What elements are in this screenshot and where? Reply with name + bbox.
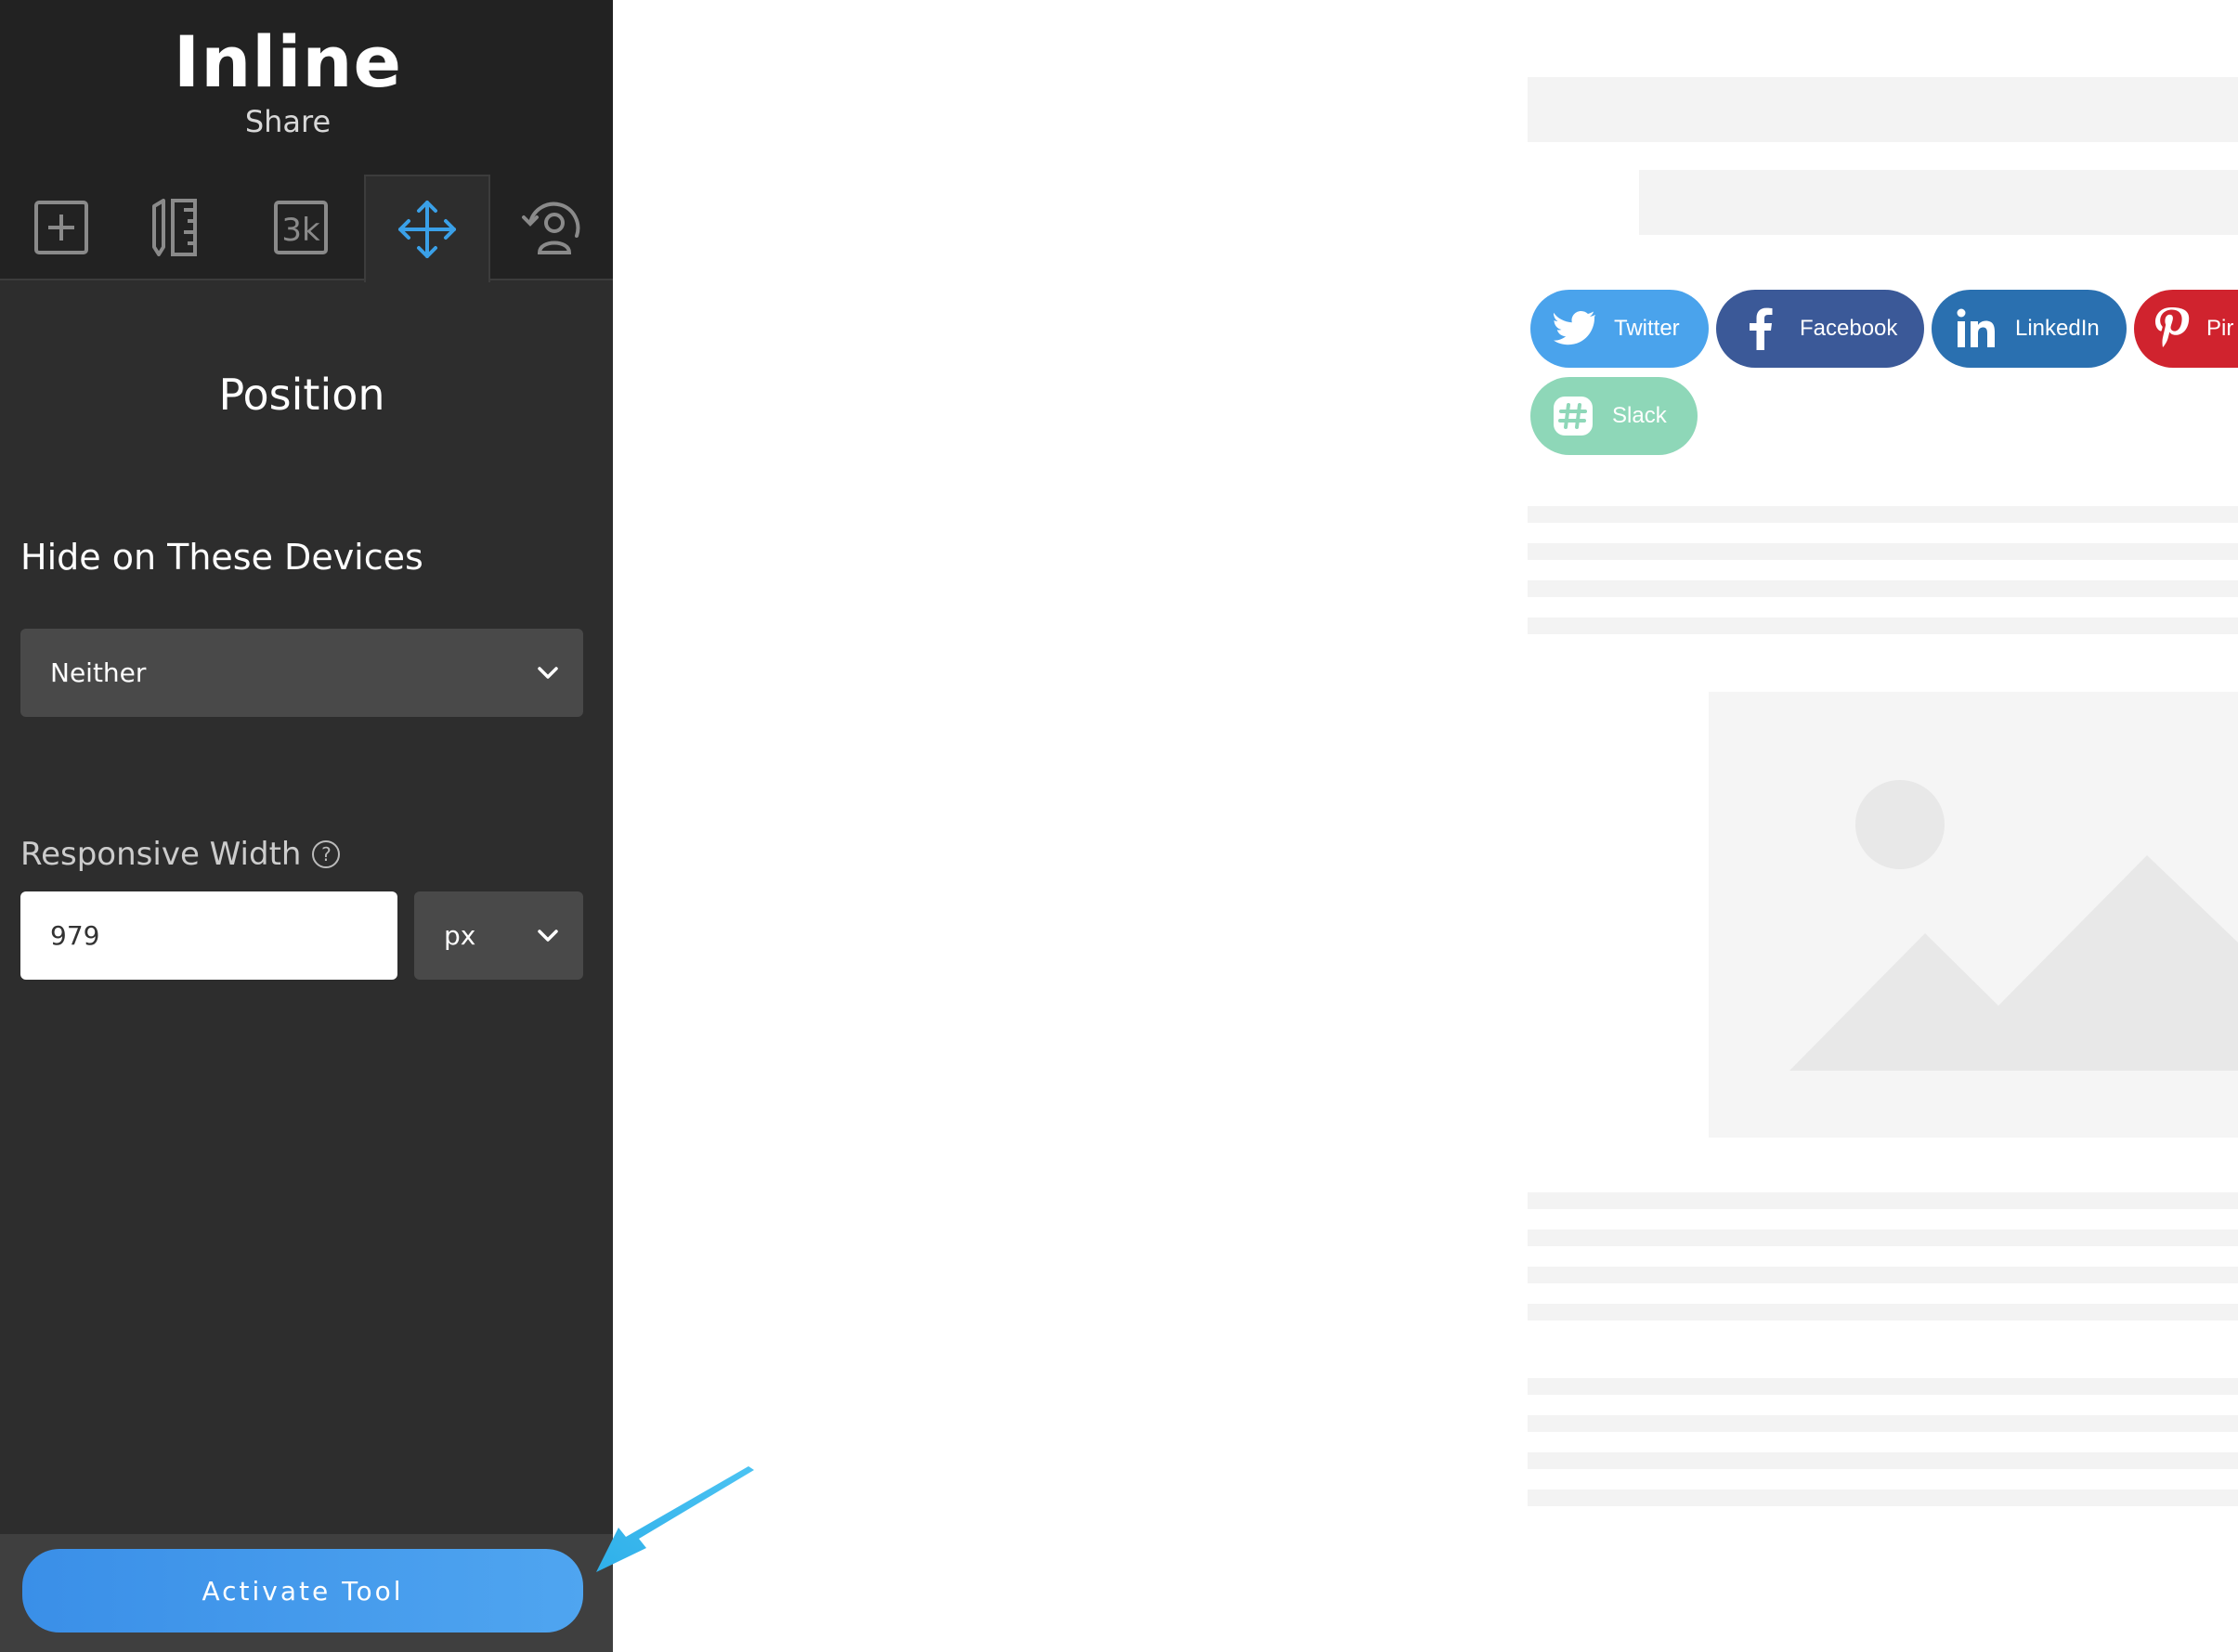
section-title: Position xyxy=(218,370,385,420)
tab-behavior[interactable] xyxy=(490,176,613,279)
app-title: Inline xyxy=(173,20,403,103)
facebook-share-label: Facebook xyxy=(1800,316,1898,341)
sidebar-footer: Activate Tool xyxy=(0,1534,613,1652)
placeholder-text-line xyxy=(1528,1229,2238,1246)
tab-counts[interactable]: 3k xyxy=(240,176,362,279)
placeholder-text-line xyxy=(1528,543,2238,560)
count-3k-icon: 3k xyxy=(274,201,328,254)
app-subtitle: Share xyxy=(244,104,332,139)
tab-add[interactable] xyxy=(0,176,123,279)
responsive-width-label: Responsive Width xyxy=(20,836,302,873)
move-arrows-icon xyxy=(398,201,456,258)
tab-style[interactable] xyxy=(113,176,236,279)
pointer-arrow-icon xyxy=(596,1466,754,1572)
twitter-share-label: Twitter xyxy=(1614,316,1680,341)
placeholder-text-line xyxy=(1528,1489,2238,1506)
help-icon[interactable]: ? xyxy=(312,840,341,868)
add-icon xyxy=(34,201,88,254)
placeholder-subtitle-bar xyxy=(1639,170,2238,235)
placeholder-text-line xyxy=(1528,1378,2238,1395)
tab-bar: 3k xyxy=(0,175,613,282)
hide-devices-value: Neither xyxy=(50,657,147,688)
placeholder-text-line xyxy=(1528,1304,2238,1320)
unit-value: px xyxy=(444,920,476,951)
pinterest-share-label: Pir xyxy=(2206,316,2234,341)
linkedin-share-button[interactable]: LinkedIn xyxy=(1932,290,2127,368)
ruler-pencil-icon xyxy=(152,199,197,256)
pinterest-p-icon xyxy=(2143,301,2199,357)
activate-tool-button[interactable]: Activate Tool xyxy=(22,1549,583,1632)
twitter-bird-icon xyxy=(1547,301,1603,357)
responsive-width-label-row: Responsive Width ? xyxy=(20,836,341,873)
placeholder-text-line xyxy=(1528,580,2238,597)
count-3k-label: 3k xyxy=(281,212,320,249)
chevron-down-icon xyxy=(538,929,558,942)
responsive-width-input[interactable] xyxy=(20,891,397,980)
facebook-share-button[interactable]: Facebook xyxy=(1716,290,1924,368)
twitter-share-button[interactable]: Twitter xyxy=(1530,290,1709,368)
hide-devices-label: Hide on These Devices xyxy=(20,537,423,578)
placeholder-text-line xyxy=(1528,1267,2238,1283)
placeholder-text-line xyxy=(1528,1452,2238,1469)
hide-devices-select[interactable]: Neither xyxy=(20,629,583,717)
sidebar-header: Inline Share xyxy=(0,0,613,176)
placeholder-text-line xyxy=(1528,1192,2238,1209)
placeholder-image xyxy=(1709,692,2238,1138)
slack-share-label: Slack xyxy=(1612,403,1667,428)
slack-share-button[interactable]: Slack xyxy=(1530,377,1698,455)
user-refresh-icon xyxy=(522,202,580,254)
placeholder-text-line xyxy=(1528,618,2238,634)
tab-position[interactable] xyxy=(364,175,490,282)
slack-hash-icon xyxy=(1545,388,1601,444)
linkedin-share-label: LinkedIn xyxy=(2015,316,2100,341)
facebook-f-icon xyxy=(1733,301,1789,357)
placeholder-title-bar xyxy=(1528,77,2238,142)
placeholder-text-line xyxy=(1528,506,2238,523)
sidebar: Inline Share 3k Position Hide on These D… xyxy=(0,0,613,1652)
unit-select[interactable]: px xyxy=(414,891,583,980)
linkedin-in-icon xyxy=(1948,301,2004,357)
chevron-down-icon xyxy=(538,666,558,679)
image-placeholder-icon xyxy=(1789,780,2238,1071)
pinterest-share-button[interactable]: Pir xyxy=(2134,290,2238,368)
placeholder-text-line xyxy=(1528,1415,2238,1432)
